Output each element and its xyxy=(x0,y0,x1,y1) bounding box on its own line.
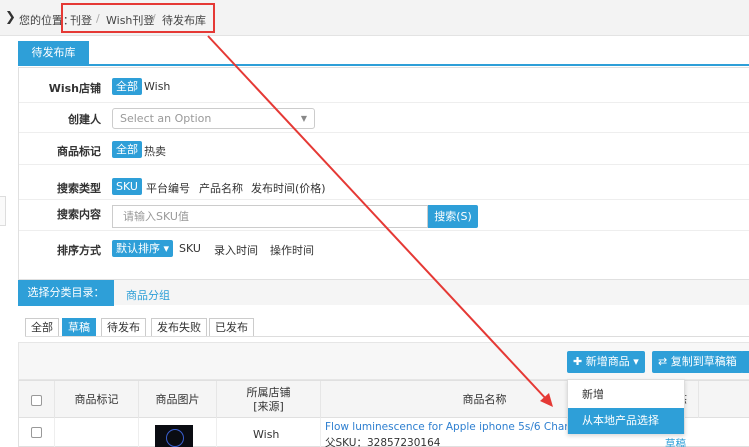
search-button[interactable]: 搜索(S) xyxy=(428,205,478,228)
breadcrumb-bar: ❯ 您的位置： 刊登 / Wish刊登 / 待发布库 xyxy=(0,0,749,36)
row-divider xyxy=(19,132,749,133)
shop-option-all[interactable]: 全部 xyxy=(112,78,142,95)
creator-select[interactable]: Select an Option ▼ xyxy=(112,108,315,129)
sort-option-operation-time[interactable]: 操作时间 xyxy=(270,242,314,258)
copy-to-draft-button[interactable]: ⇄ 复制到草稿箱 xyxy=(652,351,743,373)
filter-row-search-type: 搜索类型 SKU 平台编号 产品名称 发布时间(价格) xyxy=(19,168,749,198)
filter-row-sort: 排序方式 默认排序 ▾ SKU 录入时间 操作时间 xyxy=(19,231,749,261)
row-checkbox-cell xyxy=(19,418,55,447)
chevron-down-icon: ▼ xyxy=(300,114,307,123)
add-product-label: 新增商品 xyxy=(585,355,630,368)
copy-icon: ⇄ xyxy=(658,355,671,368)
caret-down-icon: ▾ xyxy=(629,355,639,368)
plus-icon: ✚ xyxy=(573,355,586,368)
search-input-placeholder: 请输入SKU值 xyxy=(123,210,189,223)
filter-row-search-content: 搜索内容 请输入SKU值 搜索(S) xyxy=(19,201,749,231)
shop-option-wish[interactable]: Wish xyxy=(144,80,170,93)
dropdown-item-from-local[interactable]: 从本地产品选择 xyxy=(568,408,684,434)
tag-option-all[interactable]: 全部 xyxy=(112,141,142,158)
tab-underline xyxy=(18,64,749,66)
collapse-chevron-icon[interactable]: ❯ xyxy=(5,10,16,25)
parent-sku: 父SKU：32857230164 xyxy=(325,437,441,447)
filter-label-tag: 商品标记 xyxy=(57,145,101,158)
annotation-highlight-box xyxy=(61,3,215,33)
filter-row-tag: 商品标记 全部 热卖 xyxy=(19,133,749,163)
row-divider xyxy=(19,230,749,231)
search-type-product-name[interactable]: 产品名称 xyxy=(199,180,243,196)
product-thumbnail[interactable] xyxy=(155,425,193,447)
status-tab-published[interactable]: 已发布 xyxy=(209,318,254,337)
creator-select-placeholder: Select an Option xyxy=(120,112,212,125)
copy-to-draft-label: 复制到草稿箱 xyxy=(670,355,737,368)
dropdown-item-new[interactable]: 新增 xyxy=(568,382,684,408)
filter-label-shop: Wish店铺 xyxy=(48,82,101,95)
search-type-sku[interactable]: SKU xyxy=(112,178,142,195)
search-type-platform-id[interactable]: 平台编号 xyxy=(146,180,190,196)
select-all-checkbox[interactable] xyxy=(31,394,42,406)
filter-label-sort: 排序方式 xyxy=(57,244,101,257)
status-badge: 草稿 xyxy=(665,438,686,447)
product-group-link[interactable]: 商品分组 xyxy=(126,287,170,303)
add-product-dropdown: 新增 从本地产品选择 xyxy=(567,379,685,434)
filter-label-creator: 创建人 xyxy=(68,113,101,126)
filter-row-shop: Wish店铺 全部 Wish xyxy=(19,70,749,100)
search-input[interactable]: 请输入SKU值 xyxy=(112,205,428,228)
status-tabs-divider xyxy=(25,336,749,337)
header-product-image: 商品图片 xyxy=(139,381,217,419)
status-tab-pending[interactable]: 待发布 xyxy=(101,318,146,337)
filter-panel: Wish店铺 全部 Wish 创建人 Select an Option ▼ 商品… xyxy=(18,67,749,300)
sort-option-entry-time[interactable]: 录入时间 xyxy=(214,242,258,258)
header-select-all-cell xyxy=(19,381,55,419)
row-checkbox[interactable] xyxy=(31,427,42,438)
status-tab-failed[interactable]: 发布失败 xyxy=(151,318,207,337)
row-divider xyxy=(19,102,749,103)
tag-option-hot[interactable]: 热卖 xyxy=(144,143,166,159)
main-panel: 待发布库 Wish店铺 全部 Wish 创建人 Select an Option… xyxy=(12,38,749,447)
header-product-tag: 商品标记 xyxy=(55,381,139,419)
row-shop: Wish xyxy=(253,428,280,441)
header-shop-source: 所属店铺 [来源] xyxy=(217,381,321,419)
status-tab-all[interactable]: 全部 xyxy=(25,318,59,337)
category-bar: 选择分类目录： 商品分组 xyxy=(18,279,749,306)
more-actions-button[interactable] xyxy=(741,351,749,373)
sort-default-dropdown[interactable]: 默认排序 ▾ xyxy=(112,240,174,257)
tab-pending-library[interactable]: 待发布库 xyxy=(18,41,89,65)
row-divider xyxy=(19,164,749,165)
row-divider xyxy=(19,199,749,200)
category-label: 选择分类目录： xyxy=(18,280,114,306)
side-handle[interactable] xyxy=(0,196,6,226)
row-tag-cell xyxy=(55,418,139,447)
add-product-button[interactable]: ✚ 新增商品 ▾ xyxy=(567,351,645,373)
filter-row-creator: 创建人 Select an Option ▼ xyxy=(19,105,749,135)
filter-label-search-content: 搜索内容 xyxy=(57,208,101,221)
sort-default-label: 默认排序 xyxy=(116,242,160,255)
row-shop-cell: Wish xyxy=(217,418,321,447)
product-name-link[interactable]: Flow luminescence for Apple iphone 5s/6 … xyxy=(325,421,579,433)
action-toolbar: ✚ 新增商品 ▾ ⇄ 复制到草稿箱 xyxy=(18,342,749,380)
status-tab-draft[interactable]: 草稿 xyxy=(62,318,96,337)
sort-option-sku[interactable]: SKU xyxy=(179,242,201,255)
filter-label-search-type: 搜索类型 xyxy=(57,182,101,195)
chevron-down-icon: ▾ xyxy=(160,242,170,255)
search-type-publish-time[interactable]: 发布时间(价格) xyxy=(251,180,326,196)
